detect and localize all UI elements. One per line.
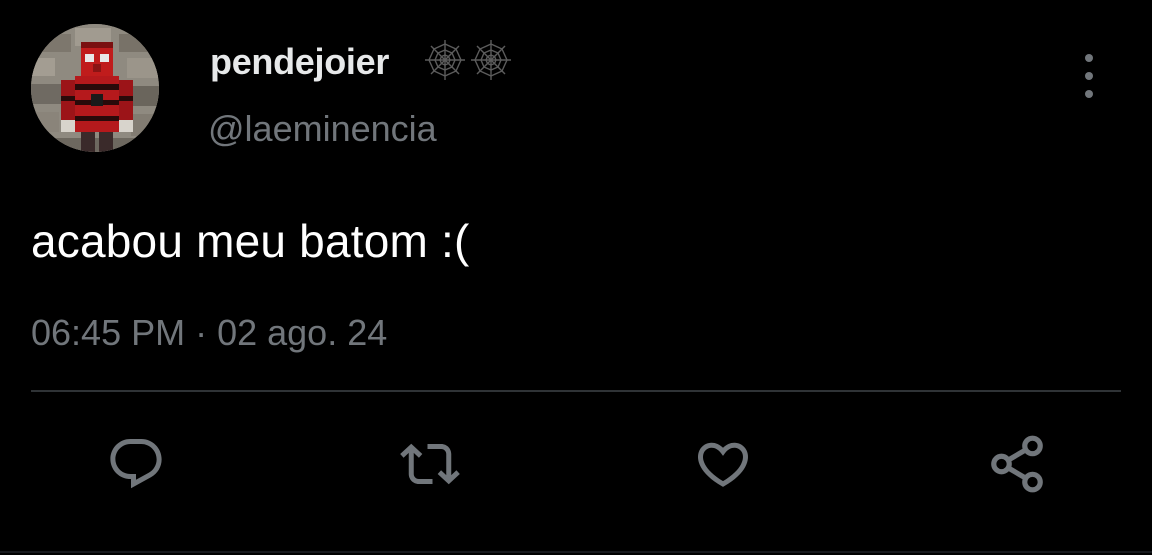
reply-button[interactable]: [102, 430, 170, 498]
reply-icon: [110, 439, 162, 489]
retweet-icon: [400, 443, 460, 485]
avatar[interactable]: [31, 24, 159, 152]
timestamp[interactable]: 06:45 PM · 02 ago. 24: [31, 311, 387, 355]
tweet-text: acabou meu batom :(: [31, 215, 470, 267]
bottom-border: [0, 551, 1152, 553]
more-dot: [1085, 90, 1093, 98]
divider: [31, 390, 1121, 392]
display-name[interactable]: pendejoier: [210, 40, 389, 84]
tweet-time: 06:45 PM: [31, 312, 186, 353]
user-handle[interactable]: @laeminencia: [208, 107, 437, 151]
like-button[interactable]: [689, 430, 757, 498]
tweet-date: 02 ago. 24: [217, 312, 388, 353]
like-icon: [697, 442, 749, 487]
spiderweb-icon: [425, 40, 465, 80]
spiderweb-icon: [471, 40, 511, 80]
more-options-icon[interactable]: [1074, 54, 1104, 98]
more-dot: [1085, 72, 1093, 80]
retweet-button[interactable]: [396, 430, 464, 498]
share-button[interactable]: [983, 430, 1051, 498]
badges: [423, 38, 513, 82]
separator: ·: [195, 312, 208, 353]
more-dot: [1085, 54, 1093, 62]
share-icon: [991, 435, 1043, 493]
